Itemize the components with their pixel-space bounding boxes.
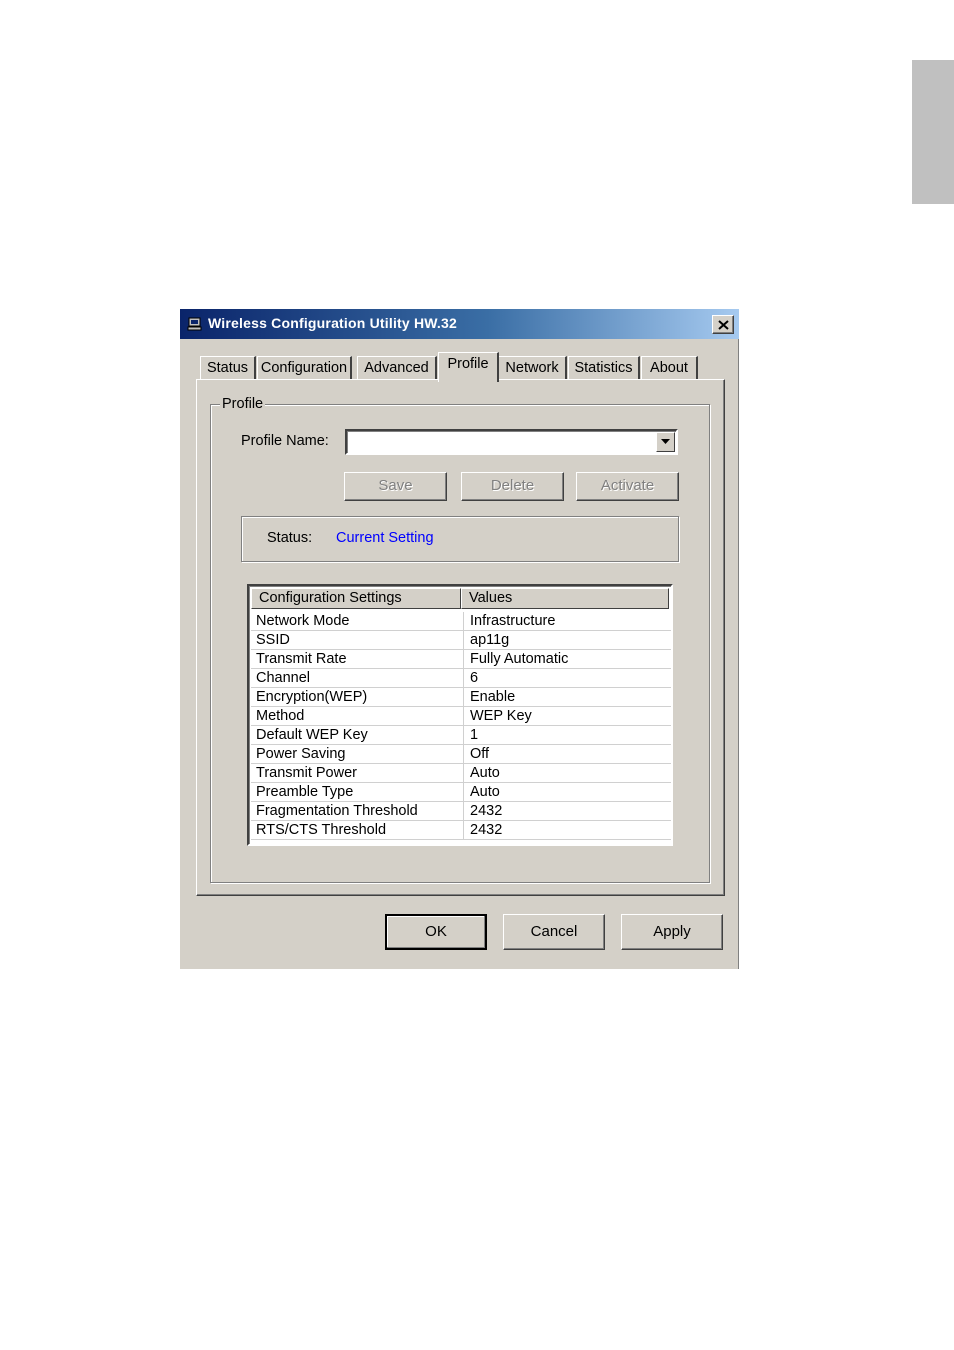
cancel-button[interactable]: Cancel (503, 914, 605, 950)
table-row[interactable]: Power Saving Off (251, 745, 671, 764)
table-row[interactable]: Channel 6 (251, 669, 671, 688)
setting-value: ap11g (470, 632, 510, 648)
profile-name-combobox[interactable] (345, 429, 678, 455)
column-divider (463, 669, 464, 688)
tab-statistics[interactable]: Statistics (568, 356, 640, 380)
column-divider (463, 745, 464, 764)
setting-name: Method (256, 708, 305, 724)
table-row[interactable]: Encryption(WEP) Enable (251, 688, 671, 707)
column-divider (463, 726, 464, 745)
table-row[interactable]: SSID ap11g (251, 631, 671, 650)
computer-icon (187, 316, 203, 332)
tab-about[interactable]: About (641, 356, 698, 380)
setting-name: RTS/CTS Threshold (256, 822, 387, 838)
title-bar[interactable]: Wireless Configuration Utility HW.32 (180, 309, 739, 339)
close-icon (718, 320, 729, 330)
tab-configuration[interactable]: Configuration (257, 356, 352, 380)
column-divider (463, 783, 464, 802)
setting-value: 2432 (470, 803, 503, 819)
table-row[interactable]: Transmit Power Auto (251, 764, 671, 783)
setting-name: Fragmentation Threshold (256, 803, 418, 819)
table-row[interactable]: Network Mode Infrastructure (251, 612, 671, 631)
activate-button[interactable]: Activate (576, 472, 679, 501)
setting-value: WEP Key (470, 708, 532, 724)
column-divider (463, 612, 464, 631)
setting-value: 6 (470, 670, 479, 686)
side-index-tab (912, 60, 954, 204)
ok-button[interactable]: OK (385, 914, 487, 950)
window-title: Wireless Configuration Utility HW.32 (208, 315, 457, 331)
tab-status[interactable]: Status (200, 356, 256, 380)
table-row[interactable]: Default WEP Key 1 (251, 726, 671, 745)
setting-value: Enable (470, 689, 516, 705)
table-row[interactable]: Transmit Rate Fully Automatic (251, 650, 671, 669)
setting-name: Transmit Rate (256, 651, 347, 667)
setting-value: 1 (470, 727, 479, 743)
tab-profile[interactable]: Profile (438, 352, 499, 382)
setting-name: Default WEP Key (256, 727, 368, 743)
dropdown-button[interactable] (656, 432, 675, 452)
setting-name: Power Saving (256, 746, 346, 762)
setting-name: Transmit Power (256, 765, 357, 781)
column-header-settings[interactable]: Configuration Settings (251, 588, 461, 609)
profile-group-label: Profile (220, 396, 266, 412)
tab-network[interactable]: Network (498, 356, 567, 380)
close-button[interactable] (712, 315, 734, 334)
table-row[interactable]: Method WEP Key (251, 707, 671, 726)
settings-list[interactable]: Configuration Settings Values Network Mo… (247, 584, 673, 846)
column-divider (463, 821, 464, 840)
setting-name: Network Mode (256, 613, 350, 629)
profile-name-label: Profile Name: (241, 433, 329, 449)
column-divider (463, 764, 464, 783)
status-label: Status: (267, 530, 313, 546)
setting-value: Infrastructure (470, 613, 556, 629)
status-value: Current Setting (336, 530, 434, 546)
setting-value: Fully Automatic (470, 651, 569, 667)
setting-value: 2432 (470, 822, 503, 838)
column-divider (463, 802, 464, 821)
column-header-values[interactable]: Values (461, 588, 669, 609)
table-row[interactable]: Fragmentation Threshold 2432 (251, 802, 671, 821)
setting-name: Preamble Type (256, 784, 354, 800)
save-button[interactable]: Save (344, 472, 447, 501)
setting-name: SSID (256, 632, 290, 648)
setting-name: Encryption(WEP) (256, 689, 368, 705)
column-divider (463, 707, 464, 726)
tab-advanced[interactable]: Advanced (357, 356, 437, 380)
table-row[interactable]: Preamble Type Auto (251, 783, 671, 802)
chevron-down-icon (661, 439, 670, 444)
setting-value: Auto (470, 784, 500, 800)
delete-button[interactable]: Delete (461, 472, 564, 501)
setting-value: Off (470, 746, 490, 762)
table-row[interactable]: RTS/CTS Threshold 2432 (251, 821, 671, 840)
column-divider (463, 650, 464, 669)
setting-name: Channel (256, 670, 311, 686)
column-divider (463, 631, 464, 650)
apply-button[interactable]: Apply (621, 914, 723, 950)
setting-value: Auto (470, 765, 500, 781)
column-divider (463, 688, 464, 707)
